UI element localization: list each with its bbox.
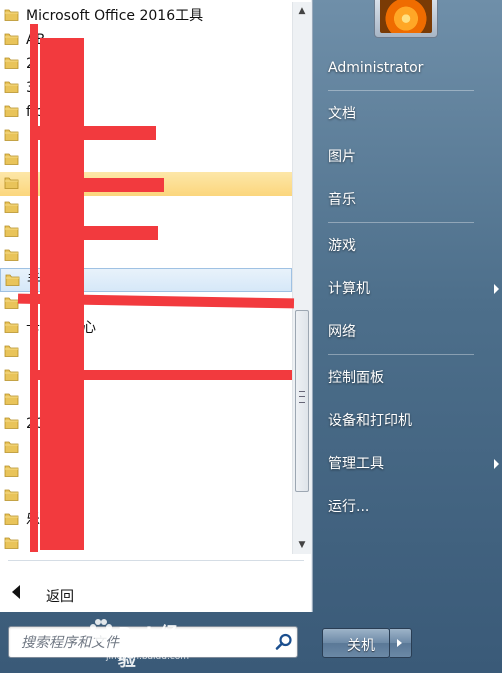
folder-icon — [4, 512, 19, 526]
right-nav-item[interactable]: 控制面板 — [328, 367, 384, 391]
search-icon[interactable] — [275, 633, 293, 651]
redaction-mark — [36, 126, 156, 140]
program-item[interactable]: Microsoft Office 2016工具 — [0, 4, 292, 28]
watermark: Bai 经验 jingyan.baidu.com — [82, 610, 192, 671]
right-nav-item[interactable]: 设备和打印机 — [328, 410, 412, 434]
shutdown-button[interactable]: 关机 — [322, 628, 390, 658]
right-nav-label: Administrator — [328, 60, 424, 76]
scroll-up-icon[interactable]: ▲ — [295, 4, 309, 18]
right-nav-label: 管理工具 — [328, 456, 384, 472]
right-nav-item[interactable]: 运行... — [328, 496, 369, 520]
folder-icon — [4, 80, 19, 94]
right-nav-label: 设备和打印机 — [328, 413, 412, 429]
chevron-right-icon — [494, 284, 499, 294]
chevron-right-icon — [397, 639, 402, 647]
redaction-mark — [36, 370, 292, 380]
right-nav-label: 音乐 — [328, 192, 356, 208]
folder-icon — [4, 32, 19, 46]
paw-logo-icon — [90, 619, 112, 642]
shutdown-label: 关机 — [347, 638, 375, 654]
right-nav-item[interactable]: 游戏 — [328, 235, 356, 259]
right-nav-label: 网络 — [328, 324, 356, 340]
scrollbar-thumb[interactable] — [295, 310, 309, 492]
folder-icon — [4, 200, 19, 214]
programs-panel: Microsoft Office 2016工具AB2.73.5fice手卡交易中… — [0, 0, 313, 658]
right-nav-item[interactable]: 网络 — [328, 321, 356, 345]
folder-icon — [4, 320, 19, 334]
right-nav-item[interactable]: 图片 — [328, 146, 356, 170]
redaction-mark — [30, 24, 38, 552]
folder-icon — [4, 488, 19, 502]
folder-icon — [4, 176, 19, 190]
redaction-mark — [44, 178, 164, 192]
start-menu: Microsoft Office 2016工具AB2.73.5fice手卡交易中… — [0, 0, 502, 673]
folder-icon — [4, 368, 19, 382]
grip-icon — [299, 391, 305, 403]
right-nav-label: 控制面板 — [328, 370, 384, 386]
right-nav-item[interactable]: 计算机 — [328, 278, 499, 302]
divider — [328, 222, 474, 223]
watermark-url: jingyan.baidu.com — [106, 652, 190, 662]
right-nav-label: 游戏 — [328, 238, 356, 254]
folder-icon — [4, 536, 19, 550]
right-nav-item[interactable]: 音乐 — [328, 189, 356, 213]
folder-icon — [4, 104, 19, 118]
folder-icon — [4, 224, 19, 238]
right-pane: Administrator 文档图片音乐游戏计算机网络控制面板设备和打印机 管理工具… — [312, 0, 502, 673]
folder-icon — [4, 392, 19, 406]
right-nav-item[interactable]: 文档 — [328, 103, 356, 127]
folder-icon — [4, 152, 19, 166]
right-nav-label: 运行... — [328, 499, 370, 515]
folder-icon — [4, 296, 19, 310]
program-label: Microsoft Office 2016工具 — [26, 8, 204, 24]
folder-icon — [4, 8, 19, 22]
back-button[interactable]: 返回 — [0, 580, 304, 608]
redaction-mark — [44, 226, 158, 240]
folder-icon — [4, 248, 19, 262]
watermark-text: Bai 经验 — [118, 624, 180, 671]
right-nav-label: 计算机 — [328, 281, 370, 297]
user-avatar — [380, 0, 432, 33]
right-nav-item[interactable]: Administrator — [328, 60, 423, 84]
divider — [328, 354, 474, 355]
program-list-scrollbar[interactable]: ▲ ▼ — [292, 2, 311, 554]
right-nav-label: 图片 — [328, 149, 356, 165]
user-picture-frame[interactable] — [374, 0, 438, 38]
folder-icon — [4, 128, 19, 142]
right-nav-item[interactable]: 管理工具 — [328, 453, 499, 477]
scroll-down-icon[interactable]: ▼ — [295, 538, 309, 552]
divider — [328, 90, 474, 91]
right-nav-label: 文档 — [328, 106, 356, 122]
folder-icon — [5, 273, 20, 287]
folder-icon — [4, 440, 19, 454]
folder-icon — [4, 464, 19, 478]
shutdown-options-button[interactable] — [390, 628, 412, 658]
chevron-right-icon — [494, 459, 499, 469]
folder-icon — [4, 344, 19, 358]
back-arrow-icon — [12, 585, 20, 599]
folder-icon — [4, 56, 19, 70]
back-label: 返回 — [46, 589, 74, 605]
folder-icon — [4, 416, 19, 430]
divider — [8, 560, 304, 561]
